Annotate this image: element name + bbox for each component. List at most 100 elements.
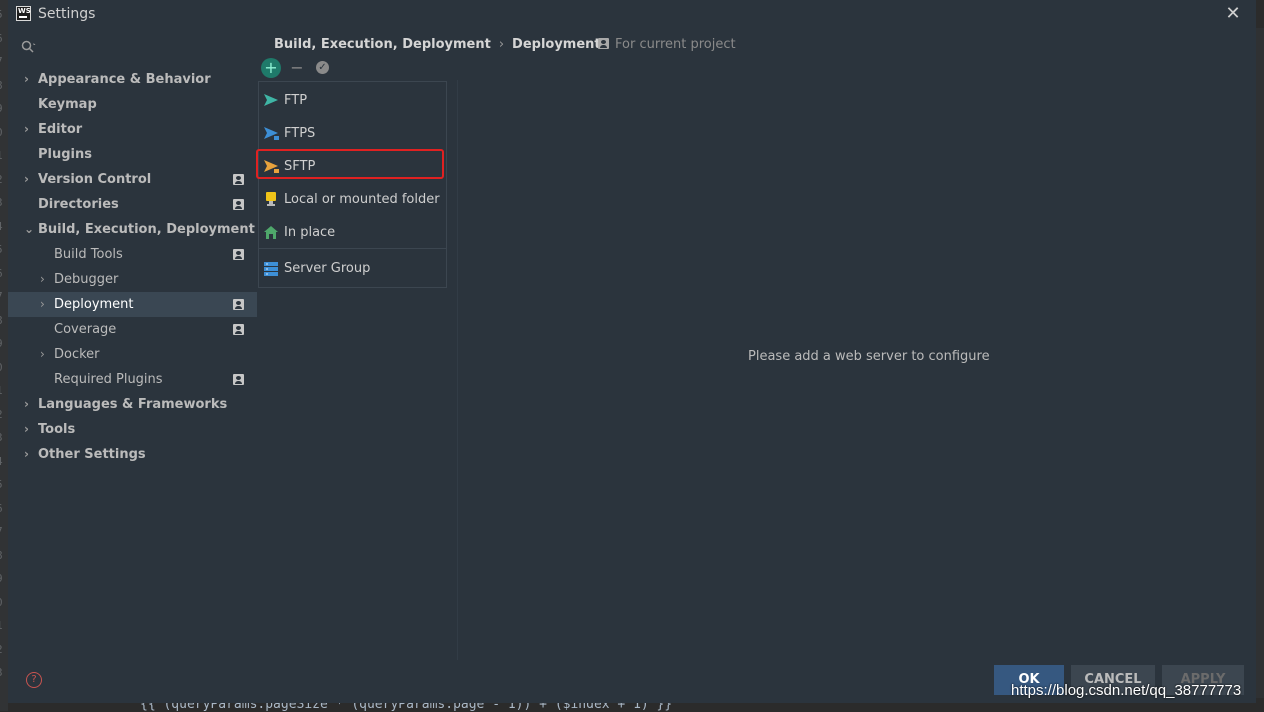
editor-gutter: 5 6 7 8 9 0 1 2 3 4 5 6 7 8 9 0 1 2 3 4 5 6 7 8 9 0 1 2 3 [0,0,8,711]
gutter-line-number: 6 [0,502,8,515]
tree-item-coverage[interactable]: Coverage [8,317,257,342]
add-server-button[interactable]: + [261,58,281,78]
tree-item-build-tools[interactable]: Build Tools [8,242,257,267]
gutter-line-number: 1 [0,149,8,162]
menu-item-ftps[interactable]: FTPS [259,117,446,150]
chevron-right-icon[interactable]: › [40,267,50,292]
tree-item-docker[interactable]: › Docker [8,342,257,367]
tree-item-label: Languages & Frameworks [38,397,228,412]
chevron-right-icon[interactable]: › [24,117,34,142]
project-scope-icon [233,374,244,385]
tree-item-label: Tools [38,422,76,437]
chevron-right-icon[interactable]: › [40,292,50,317]
gutter-line-number: 3 [0,431,8,444]
project-scope-icon [233,174,244,185]
help-button[interactable]: ? [26,672,42,688]
editor-right-edge [1256,28,1264,698]
gutter-line-number: 5 [0,243,8,256]
tree-item-build-execution-deployment[interactable]: ⌄ Build, Execution, Deployment [8,217,257,242]
scope-label: For current project [598,37,736,52]
menu-item-local-folder[interactable]: Local or mounted folder [259,183,446,216]
breadcrumb: Build, Execution, Deployment › Deployment [274,37,601,52]
menu-item-server-group[interactable]: Server Group [259,252,446,285]
tree-item-label: Other Settings [38,447,146,462]
chevron-right-icon[interactable]: › [24,442,34,467]
tree-item-label: Keymap [38,97,97,112]
chevron-down-icon[interactable]: ⌄ [24,217,34,242]
search-icon [21,40,36,53]
tree-item-label: Directories [38,197,119,212]
gutter-line-number: 2 [0,408,8,421]
gutter-line-number: 7 [0,55,8,68]
chevron-right-icon[interactable]: › [24,392,34,417]
close-button[interactable]: ✕ [1223,4,1243,24]
watermark-text: https://blog.csdn.net/qq_38777773 [1011,682,1242,699]
project-scope-icon [233,299,244,310]
tree-item-label: Editor [38,122,83,137]
app-logo-icon: WS [16,6,31,21]
project-scope-icon [598,38,609,49]
chevron-right-icon[interactable]: › [24,67,34,92]
tree-item-editor[interactable]: › Editor [8,117,257,142]
gutter-line-number: 9 [0,102,8,115]
use-as-default-button[interactable]: ✓ [316,61,329,74]
gutter-line-number: 1 [0,384,8,397]
project-scope-icon [233,249,244,260]
tree-item-keymap[interactable]: Keymap [8,92,257,117]
tree-item-required-plugins[interactable]: Required Plugins [8,367,257,392]
tree-item-label: Deployment [54,297,134,312]
tree-item-tools[interactable]: › Tools [8,417,257,442]
tree-item-languages-frameworks[interactable]: › Languages & Frameworks [8,392,257,417]
gutter-line-number: 0 [0,126,8,139]
tree-item-other-settings[interactable]: › Other Settings [8,442,257,467]
breadcrumb-current: Deployment [512,37,601,52]
gutter-line-number: 5 [0,8,8,21]
ftp-icon [264,94,278,106]
menu-item-in-place[interactable]: In place [259,216,446,249]
chevron-right-icon[interactable]: › [40,342,50,367]
menu-item-sftp[interactable]: SFTP [259,150,446,183]
project-scope-icon [233,324,244,335]
chevron-right-icon[interactable]: › [24,167,34,192]
breadcrumb-parent[interactable]: Build, Execution, Deployment [274,37,491,52]
gutter-line-number: 2 [0,643,8,656]
gutter-line-number: 7 [0,525,8,538]
tree-item-deployment[interactable]: › Deployment [8,292,257,317]
tree-item-debugger[interactable]: › Debugger [8,267,257,292]
tree-item-label: Build Tools [54,247,123,262]
settings-dialog: WS Settings ✕ › Appearance & Behavior Keym… [8,0,1256,703]
gutter-line-number: 6 [0,267,8,280]
gutter-line-number: 3 [0,196,8,209]
gutter-line-number: 5 [0,478,8,491]
server-group-icon [264,262,278,276]
gutter-line-number: 8 [0,549,8,562]
gutter-line-number: 4 [0,220,8,233]
gutter-line-number: 2 [0,173,8,186]
remove-server-button[interactable]: − [290,58,304,78]
tree-item-plugins[interactable]: Plugins [8,142,257,167]
gutter-line-number: 0 [0,596,8,609]
tree-item-appearance-behavior[interactable]: › Appearance & Behavior [8,67,257,92]
gutter-line-number: 0 [0,361,8,374]
tree-item-directories[interactable]: Directories [8,192,257,217]
add-server-menu: FTP FTPS SFTP Local or mounted folder In… [258,81,447,288]
search-input[interactable] [18,37,250,57]
window-title: Settings [38,6,96,22]
tree-item-label: Required Plugins [54,372,163,387]
gutter-line-number: 3 [0,666,8,679]
scope-text: For current project [615,37,736,52]
gutter-line-number: 8 [0,314,8,327]
chevron-right-icon[interactable]: › [24,417,34,442]
tree-item-label: Docker [54,347,100,362]
sftp-icon [264,160,279,173]
tree-item-label: Debugger [54,272,119,287]
ftps-icon [264,127,279,140]
gutter-line-number: 6 [0,32,8,45]
menu-item-ftp[interactable]: FTP [259,84,446,117]
tree-item-version-control[interactable]: › Version Control [8,167,257,192]
tree-item-label: Version Control [38,172,152,187]
breadcrumb-separator: › [498,37,505,52]
gutter-line-number: 1 [0,619,8,632]
gutter-line-number: 8 [0,79,8,92]
in-place-icon [264,226,278,239]
